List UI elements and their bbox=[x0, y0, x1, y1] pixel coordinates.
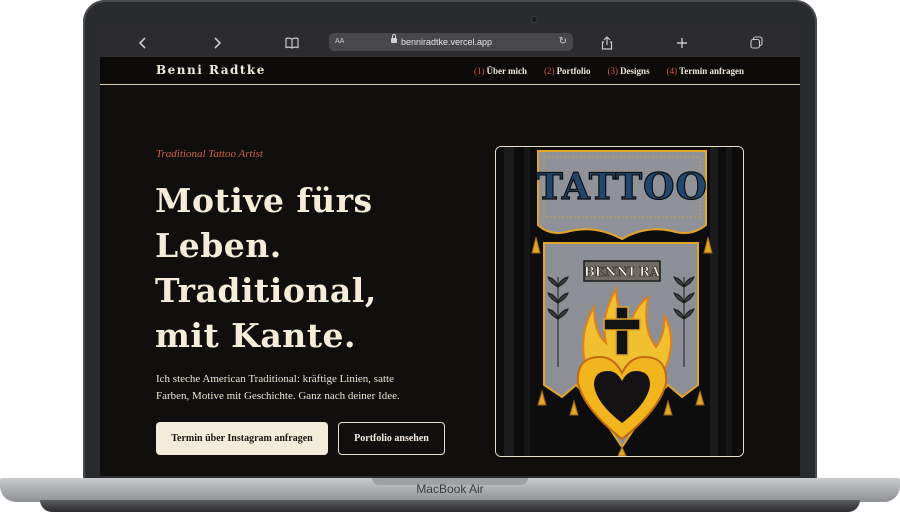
headline-line: Motive fürs bbox=[155, 181, 373, 220]
hero-lead: Ich steche American Traditional: kräftig… bbox=[156, 373, 400, 402]
device-label: MacBook Air bbox=[416, 482, 484, 496]
url-text[interactable]: benniradtke.vercel.app bbox=[401, 33, 492, 51]
nav-link-designs[interactable]: (3) Designs bbox=[608, 66, 650, 76]
nav-label: Portfolio bbox=[556, 65, 591, 76]
banner-title-text: TATTOO bbox=[536, 166, 708, 208]
browser-screen: AA benniradtke.vercel.app ↻ Benni Radtke… bbox=[100, 28, 800, 476]
headline-line: Traditional, bbox=[155, 271, 377, 310]
instagram-request-button[interactable]: Termin über Instagram anfragen bbox=[156, 422, 328, 455]
book-icon[interactable] bbox=[280, 28, 304, 57]
headline-line: Leben. bbox=[155, 226, 282, 265]
nav-number: (1) bbox=[473, 65, 485, 76]
browser-toolbar: AA benniradtke.vercel.app ↻ bbox=[100, 28, 800, 57]
nav-link-portfolio[interactable]: (2) Portfolio bbox=[544, 66, 591, 76]
plus-icon[interactable] bbox=[670, 28, 694, 57]
site-header: Benni Radtke (1) Über mich (2) Portfolio (… bbox=[100, 57, 800, 85]
nav-label: Termin anfragen bbox=[679, 65, 744, 76]
tabs-icon[interactable] bbox=[744, 28, 768, 57]
nav-link-ueber-mich[interactable]: (1) Über mich bbox=[474, 66, 527, 76]
nav-link-termin[interactable]: (4) Termin anfragen bbox=[667, 66, 744, 76]
tattoo-banner-illustration: BENNI RA TATTOO bbox=[496, 147, 743, 456]
lock-icon bbox=[391, 34, 397, 43]
nav-label: Über mich bbox=[486, 65, 528, 76]
chevron-left-icon[interactable] bbox=[131, 28, 155, 57]
site-nav: (1) Über mich (2) Portfolio (3) Designs (4)… bbox=[474, 57, 744, 84]
chevron-right-icon[interactable] bbox=[205, 28, 229, 57]
nav-label: Designs bbox=[620, 65, 650, 76]
hero-banner-image: BENNI RA TATTOO bbox=[495, 146, 744, 457]
banner-subtitle-text: BENNI RA bbox=[584, 265, 661, 280]
portfolio-button[interactable]: Portfolio ansehen bbox=[338, 422, 445, 455]
hero-headline: Motive fürs Leben. Traditional, mit Kant… bbox=[155, 178, 475, 358]
nav-number: (2) bbox=[544, 65, 555, 76]
share-icon[interactable] bbox=[595, 28, 619, 57]
nav-number: (3) bbox=[607, 65, 619, 76]
nav-number: (4) bbox=[666, 65, 678, 76]
laptop-base-shadow bbox=[40, 500, 860, 512]
address-bar[interactable]: AA benniradtke.vercel.app ↻ bbox=[329, 33, 573, 51]
camera-dot bbox=[531, 16, 538, 23]
site-brand[interactable]: Benni Radtke bbox=[156, 57, 266, 84]
text-size-button[interactable]: AA bbox=[335, 33, 344, 51]
headline-line: mit Kante. bbox=[155, 316, 356, 355]
hero-kicker: Traditional Tattoo Artist bbox=[156, 148, 263, 160]
reload-icon[interactable]: ↻ bbox=[559, 33, 567, 51]
